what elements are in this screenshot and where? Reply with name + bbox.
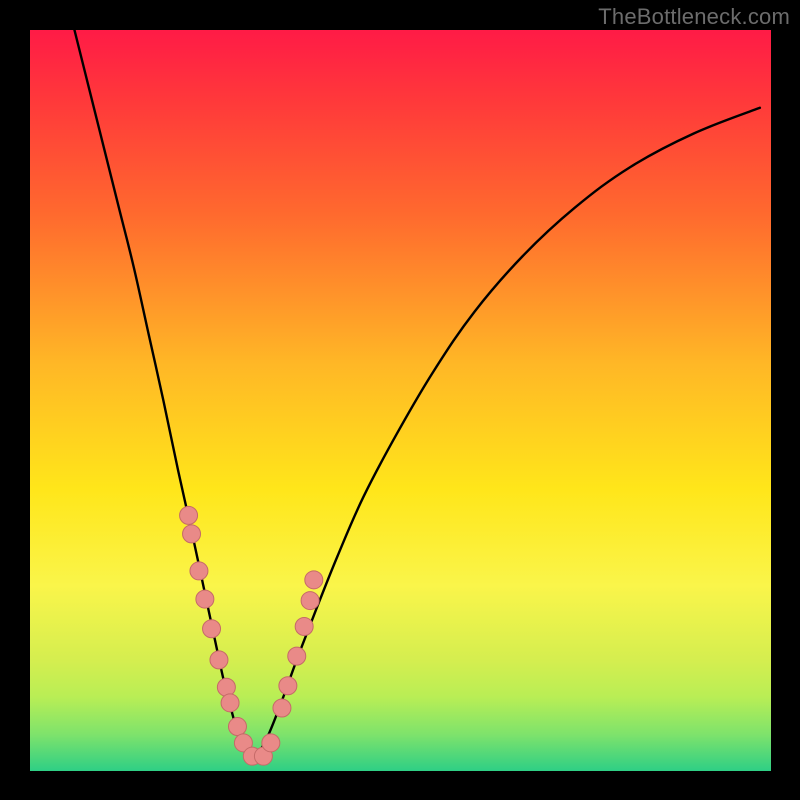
watermark-text: TheBottleneck.com [598, 4, 790, 30]
dot-marker [301, 592, 319, 610]
dot-marker [262, 734, 280, 752]
dot-marker [279, 677, 297, 695]
dot-marker [305, 571, 323, 589]
dot-marker [288, 647, 306, 665]
dot-marker [203, 620, 221, 638]
dot-marker [221, 694, 239, 712]
right-curve-path [252, 108, 760, 764]
dot-marker [228, 718, 246, 736]
dot-marker [217, 678, 235, 696]
dot-marker [295, 618, 313, 636]
dots-group [180, 506, 323, 765]
dot-marker [180, 506, 198, 524]
dot-marker [190, 562, 208, 580]
dot-marker [210, 651, 228, 669]
right-curve [252, 108, 760, 764]
curves-layer [30, 30, 771, 771]
dot-marker [196, 590, 214, 608]
dot-marker [273, 699, 291, 717]
chart-stage: TheBottleneck.com [0, 0, 800, 800]
dot-marker [183, 525, 201, 543]
plot-area [30, 30, 771, 771]
